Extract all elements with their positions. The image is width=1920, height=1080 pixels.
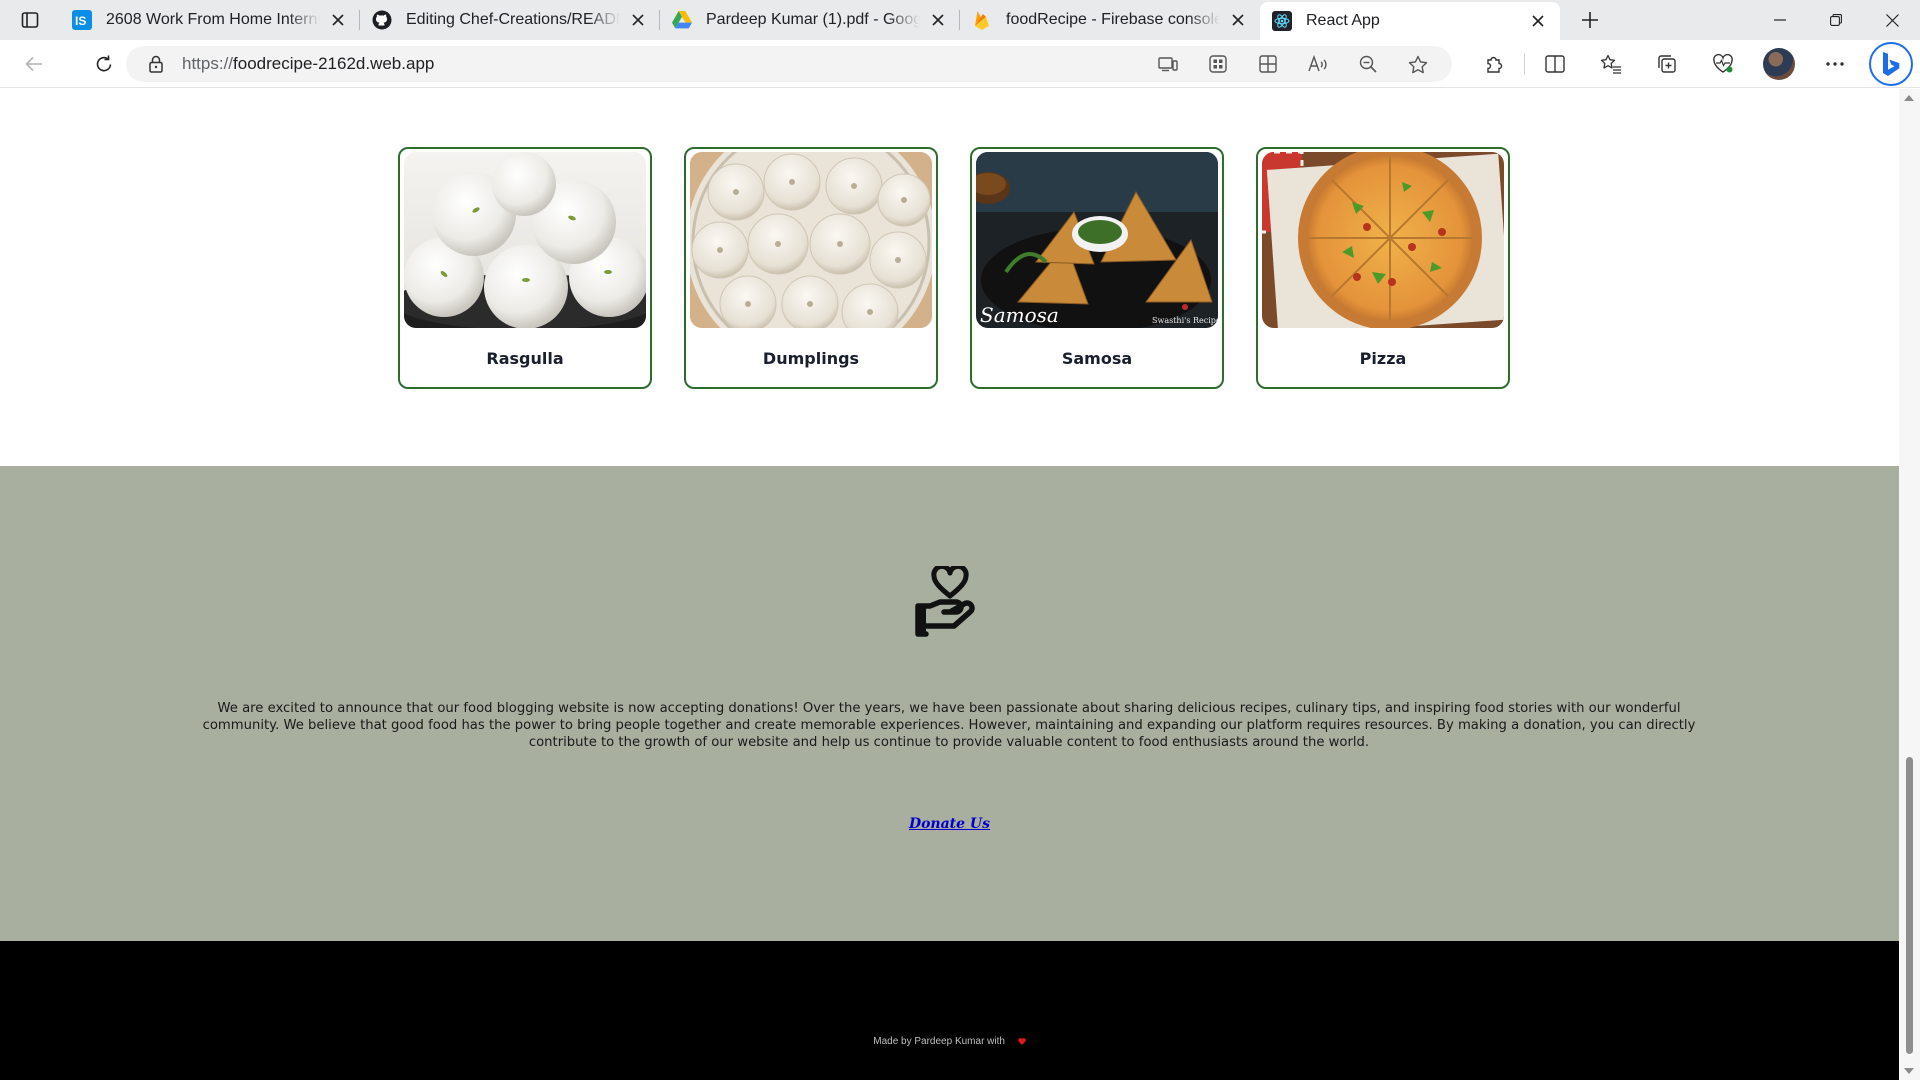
heart-icon bbox=[1017, 1037, 1026, 1045]
google-drive-icon bbox=[672, 10, 692, 30]
tab-title: 2608 Work From Home Internship bbox=[106, 11, 320, 28]
close-icon bbox=[1885, 13, 1899, 27]
tab-title: Pardeep Kumar (1).pdf - Google Drive bbox=[706, 11, 920, 28]
footer-made-by-text: Made by Pardeep Kumar with bbox=[873, 1036, 1005, 1047]
tab-close-icon[interactable] bbox=[1226, 8, 1250, 32]
split-screen-button[interactable] bbox=[1527, 46, 1583, 82]
apps-icon[interactable] bbox=[1198, 46, 1238, 82]
refresh-button[interactable] bbox=[84, 46, 124, 82]
scroll-down-arrow-icon[interactable] bbox=[1904, 1068, 1914, 1074]
tab-title: foodRecipe - Firebase console bbox=[1006, 11, 1220, 28]
recipe-name: Dumplings bbox=[762, 349, 860, 368]
tab-close-icon[interactable] bbox=[326, 8, 350, 32]
tab-react-app[interactable]: React App bbox=[1260, 2, 1560, 40]
window-controls bbox=[1752, 0, 1920, 40]
svg-text:IS: IS bbox=[75, 14, 86, 28]
footer-credit: Made by Pardeep Kumar with bbox=[0, 1036, 1899, 1047]
rasgulla-image bbox=[404, 152, 646, 328]
more-dots-icon bbox=[1826, 62, 1844, 66]
recipe-card-rasgulla[interactable]: Rasgulla bbox=[398, 147, 652, 389]
restore-icon bbox=[1830, 14, 1842, 26]
address-bar[interactable]: https://foodrecipe-2162d.web.app bbox=[126, 46, 1452, 82]
new-tab-button[interactable] bbox=[1568, 0, 1612, 40]
browser-tab-strip: IS 2608 Work From Home Internship Editin… bbox=[0, 0, 1920, 40]
recipe-name: Pizza bbox=[1359, 349, 1407, 368]
donation-section: We are excited to announce that our food… bbox=[0, 466, 1899, 941]
url-scheme: https:// bbox=[182, 54, 234, 73]
plus-icon bbox=[1582, 12, 1598, 28]
tab-close-icon[interactable] bbox=[926, 8, 950, 32]
internshala-icon: IS bbox=[72, 10, 92, 30]
favorite-star-icon[interactable] bbox=[1398, 46, 1438, 82]
lock-icon[interactable] bbox=[136, 55, 176, 73]
dumplings-image bbox=[690, 152, 932, 328]
github-icon bbox=[372, 10, 392, 30]
tab-actions-button[interactable] bbox=[0, 0, 60, 40]
copilot-button[interactable] bbox=[1863, 42, 1919, 86]
puzzle-icon bbox=[1487, 56, 1503, 73]
heart-pulse-icon bbox=[1713, 54, 1733, 73]
tab-title: Editing Chef-Creations/README.md bbox=[406, 11, 620, 28]
url-text: https://foodrecipe-2162d.web.app bbox=[182, 54, 434, 74]
browser-essentials-button[interactable] bbox=[1695, 46, 1751, 82]
cast-icon[interactable] bbox=[1148, 46, 1188, 82]
tab-close-icon[interactable] bbox=[626, 8, 650, 32]
back-arrow-icon bbox=[25, 56, 42, 71]
add-app-icon[interactable] bbox=[1248, 46, 1288, 82]
tab-actions-icon bbox=[21, 12, 39, 28]
restore-button[interactable] bbox=[1808, 0, 1864, 40]
profile-button[interactable] bbox=[1751, 46, 1807, 82]
page-viewport: Rasgulla Dumplings Samosa Swasthi's Reci… bbox=[0, 89, 1899, 1080]
recipe-card-pizza[interactable]: Pizza bbox=[1256, 147, 1510, 389]
recipe-card-dumplings[interactable]: Dumplings bbox=[684, 147, 938, 389]
site-footer: Made by Pardeep Kumar with bbox=[0, 941, 1899, 1080]
scroll-up-arrow-icon[interactable] bbox=[1904, 95, 1914, 101]
url-host: foodrecipe-2162d.web.app bbox=[233, 54, 435, 73]
zoom-out-icon[interactable] bbox=[1348, 46, 1388, 82]
recipe-name: Samosa bbox=[1061, 349, 1133, 368]
collections-button[interactable] bbox=[1639, 46, 1695, 82]
back-button[interactable] bbox=[14, 46, 54, 82]
favorites-list-icon bbox=[1600, 54, 1621, 74]
tab-firebase[interactable]: foodRecipe - Firebase console bbox=[960, 0, 1260, 40]
recipe-name: Rasgulla bbox=[486, 349, 564, 368]
scrollbar-thumb[interactable] bbox=[1906, 757, 1913, 1054]
refresh-icon bbox=[96, 55, 112, 71]
samosa-overlay-title: Samosa bbox=[980, 303, 1059, 327]
recipe-card-samosa[interactable]: Samosa Swasthi's Recipes Samosa bbox=[970, 147, 1224, 389]
samosa-image: Samosa Swasthi's Recipes bbox=[976, 152, 1218, 328]
react-icon bbox=[1272, 11, 1292, 31]
donate-us-link[interactable]: Donate Us bbox=[909, 816, 990, 832]
pizza-image bbox=[1262, 152, 1504, 328]
collections-icon bbox=[1658, 55, 1676, 73]
close-window-button[interactable] bbox=[1864, 0, 1920, 40]
avatar bbox=[1763, 48, 1795, 80]
page-scrollbar[interactable] bbox=[1899, 89, 1920, 1080]
favorites-button[interactable] bbox=[1583, 46, 1639, 82]
split-screen-icon bbox=[1545, 55, 1565, 73]
donation-message: We are excited to announce that our food… bbox=[202, 701, 1696, 750]
minimize-icon bbox=[1774, 19, 1786, 21]
read-aloud-icon[interactable] bbox=[1298, 46, 1338, 82]
hand-holding-heart-icon bbox=[914, 566, 986, 638]
tab-github[interactable]: Editing Chef-Creations/README.md bbox=[360, 0, 660, 40]
tab-close-icon[interactable] bbox=[1526, 9, 1550, 33]
tab-internshala[interactable]: IS 2608 Work From Home Internship bbox=[60, 0, 360, 40]
tab-title: React App bbox=[1306, 12, 1380, 29]
browser-toolbar: https://foodrecipe-2162d.web.app bbox=[0, 40, 1920, 88]
extensions-button[interactable] bbox=[1466, 46, 1522, 82]
bing-icon bbox=[1869, 42, 1913, 86]
settings-more-button[interactable] bbox=[1807, 46, 1863, 82]
recipe-card-list: Rasgulla Dumplings Samosa Swasthi's Reci… bbox=[398, 147, 1510, 389]
firebase-icon bbox=[972, 10, 992, 30]
samosa-overlay-credit: Swasthi's Recipes bbox=[1152, 316, 1218, 325]
minimize-button[interactable] bbox=[1752, 0, 1808, 40]
tab-google-drive[interactable]: Pardeep Kumar (1).pdf - Google Drive bbox=[660, 0, 960, 40]
